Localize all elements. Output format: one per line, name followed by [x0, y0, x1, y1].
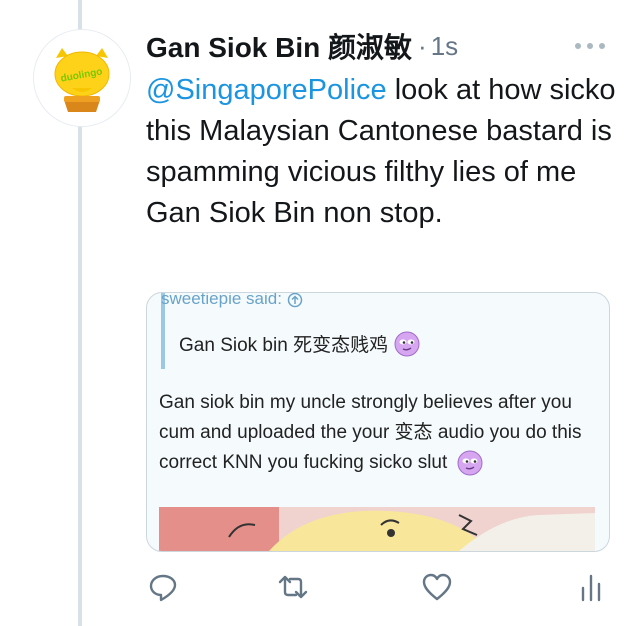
- smirk-emoji-icon: [457, 450, 483, 476]
- more-options-icon[interactable]: [570, 36, 610, 56]
- retweet-icon[interactable]: [276, 570, 310, 604]
- arrow-up-icon: [287, 293, 302, 307]
- avatar[interactable]: duolingo: [34, 30, 130, 126]
- mention-link[interactable]: @SingaporePolice: [146, 74, 387, 106]
- author-name[interactable]: Gan Siok Bin 颜淑敏: [146, 26, 412, 66]
- reply-text-content: Gan siok bin my uncle strongly believes …: [159, 392, 582, 473]
- duolingo-owl-logo: duolingo: [34, 30, 130, 126]
- like-icon[interactable]: [420, 570, 454, 604]
- quote-text-content: Gan Siok bin 死变态贱鸡: [179, 335, 389, 356]
- media-card[interactable]: sweetiepie said: Gan Siok bin 死变态贱鸡 Gan …: [146, 292, 610, 552]
- tweet-text: @SingaporePolice look at how sicko this …: [146, 70, 616, 234]
- quote-text: Gan Siok bin 死变态贱鸡: [179, 330, 420, 357]
- author-row: Gan Siok Bin 颜淑敏 · 1s: [146, 26, 458, 66]
- cartoon-image: [159, 507, 595, 551]
- reply-text: Gan siok bin my uncle strongly believes …: [159, 388, 603, 478]
- timestamp[interactable]: 1s: [431, 31, 458, 62]
- quote-header-text: sweetiepie said:: [161, 292, 282, 308]
- analytics-icon[interactable]: [574, 570, 608, 604]
- dot-separator: ·: [418, 30, 427, 61]
- quote-header: sweetiepie said:: [161, 292, 303, 309]
- reply-icon[interactable]: [146, 570, 180, 604]
- smirk-emoji-icon: [394, 331, 420, 356]
